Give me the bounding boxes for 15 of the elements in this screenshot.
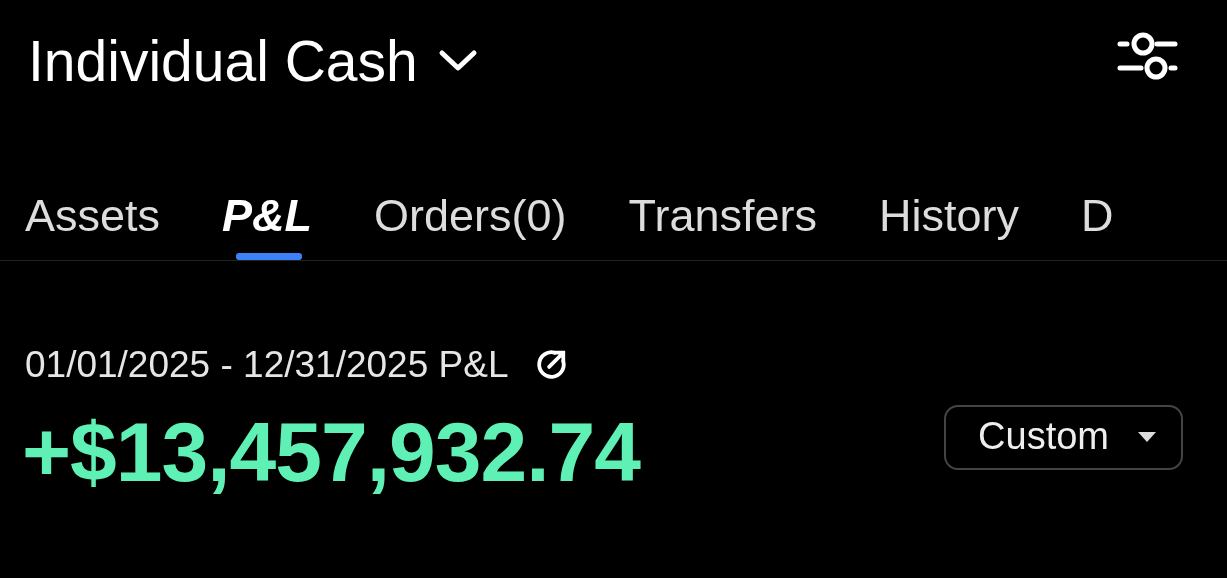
settings-sliders-icon[interactable] [1117, 30, 1179, 82]
share-icon[interactable] [534, 348, 569, 382]
tab[interactable]: D [1080, 178, 1114, 260]
caret-icon [1137, 430, 1157, 443]
tab-indicator [236, 253, 303, 260]
tab[interactable]: Orders(0) [374, 178, 567, 260]
period-label: 01/01/2025 - 12/31/2025 P&L [25, 344, 509, 386]
tab[interactable]: History [878, 178, 1019, 260]
range-dropdown[interactable]: Custom [944, 405, 1183, 470]
chevron-down-icon [437, 49, 478, 73]
tab[interactable]: Transfers [628, 178, 817, 260]
tab[interactable]: Assets [25, 178, 161, 260]
tab[interactable]: P&L [222, 178, 313, 260]
account-selector[interactable]: Individual Cash [28, 28, 478, 94]
pnl-amount: +$13,457,932.74 [22, 404, 640, 501]
